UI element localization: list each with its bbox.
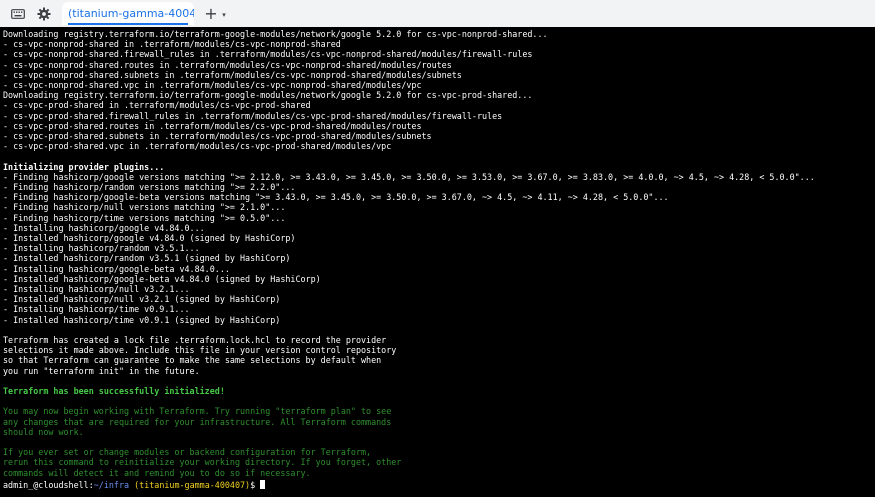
terminal-hint-line: If you ever set or change modules or bac… <box>3 447 372 458</box>
terminal-line: - cs-vpc-nonprod-shared in .terraform/mo… <box>3 39 341 50</box>
prompt-path: ~/infra <box>93 480 130 490</box>
terminal-line: - cs-vpc-nonprod-shared.firewall_rules i… <box>3 49 533 60</box>
terminal-line: - Finding hashicorp/null versions matchi… <box>3 202 286 213</box>
tab-cloudshell[interactable]: (titanium-gamma-400407) <box>62 2 194 25</box>
terminal-line: - Installing hashicorp/null v3.2.1... <box>3 284 190 294</box>
terminal-line: - cs-vpc-nonprod-shared.subnets in .terr… <box>3 69 462 80</box>
chevron-down-icon[interactable]: ▾ <box>220 5 228 25</box>
new-tab-button[interactable]: + <box>203 3 219 23</box>
terminal-line: - Installed hashicorp/google v4.84.0 (si… <box>3 233 296 243</box>
terminal-line: - Finding hashicorp/time versions matchi… <box>3 212 286 223</box>
terminal-line: Terraform has created a lock file .terra… <box>3 335 387 345</box>
terminal-line: - Installing hashicorp/google v4.84.0... <box>3 222 205 233</box>
terminal-line: - cs-vpc-prod-shared.firewall_rules in .… <box>3 110 503 121</box>
terminal-line: - Installed hashicorp/google-beta v4.84.… <box>3 273 321 284</box>
terminal-line: - Finding hashicorp/google versions matc… <box>3 171 815 182</box>
terminal-line: Downloading registry.terraform.io/terraf… <box>3 90 533 101</box>
terminal-hint-line: any changes that are required for your i… <box>3 416 392 427</box>
terminal-line: - cs-vpc-prod-shared.routes in .terrafor… <box>3 120 422 131</box>
terminal-line: you run "terraform init" in the future. <box>3 365 200 376</box>
gear-icon[interactable] <box>34 4 54 24</box>
keyboard-icon[interactable] <box>8 4 28 24</box>
terminal-hint-line: should now work. <box>3 426 84 437</box>
terminal-cursor <box>260 480 266 489</box>
terminal-success-message: Terraform has been successfully initiali… <box>3 386 225 396</box>
terminal-line: - cs-vpc-prod-shared in .terraform/modul… <box>3 100 311 111</box>
terminal-line: - cs-vpc-nonprod-shared.routes in .terra… <box>3 59 452 70</box>
prompt-project: (titanium-gamma-400407) <box>129 480 251 490</box>
terminal-line: - cs-vpc-prod-shared.subnets in .terrafo… <box>3 131 432 141</box>
prompt-symbol: $ <box>250 480 261 490</box>
terminal-heading: Initializing provider plugins... <box>3 161 165 172</box>
terminal-output[interactable]: Downloading registry.terraform.io/terraf… <box>0 27 875 497</box>
terminal-prompt[interactable]: admin_@cloudshell:~/infra (titanium-gamm… <box>3 480 266 490</box>
terminal-line: so that Terraform can guarantee to make … <box>3 355 382 366</box>
prompt-user: admin_@cloudshell: <box>3 480 94 490</box>
terminal-line: - Installed hashicorp/time v0.9.1 (signe… <box>3 314 281 325</box>
terminal-hint-line: You may now begin working with Terraform… <box>3 406 392 417</box>
terminal-line: - Installed hashicorp/null v3.2.1 (signe… <box>3 294 281 305</box>
terminal-hint-line: rerun this command to reinitialize your … <box>3 457 402 468</box>
terminal-hint-line: commands will detect it and remind you t… <box>3 467 311 478</box>
terminal-line: - cs-vpc-prod-shared.vpc in .terraform/m… <box>3 141 392 152</box>
terminal-line: - Installing hashicorp/random v3.5.1... <box>3 243 200 254</box>
terminal-line: - cs-vpc-nonprod-shared.vpc in .terrafor… <box>3 80 422 90</box>
tab-bar: (titanium-gamma-400407) + ▾ <box>0 0 875 27</box>
tab-active-indicator <box>68 23 188 25</box>
tab-title: (titanium-gamma-400407) <box>68 7 194 20</box>
terminal-line: - Installing hashicorp/google-beta v4.84… <box>3 263 230 274</box>
terminal-line: Downloading registry.terraform.io/terraf… <box>3 29 548 39</box>
terminal-line: - Finding hashicorp/random versions matc… <box>3 182 296 192</box>
terminal-line: - Installing hashicorp/time v0.9.1... <box>3 304 190 315</box>
terminal-line: - Installed hashicorp/random v3.5.1 (sig… <box>3 253 291 264</box>
terminal-line: - Finding hashicorp/google-beta versions… <box>3 192 669 203</box>
terminal-line: selections it made above. Include this f… <box>3 345 397 356</box>
